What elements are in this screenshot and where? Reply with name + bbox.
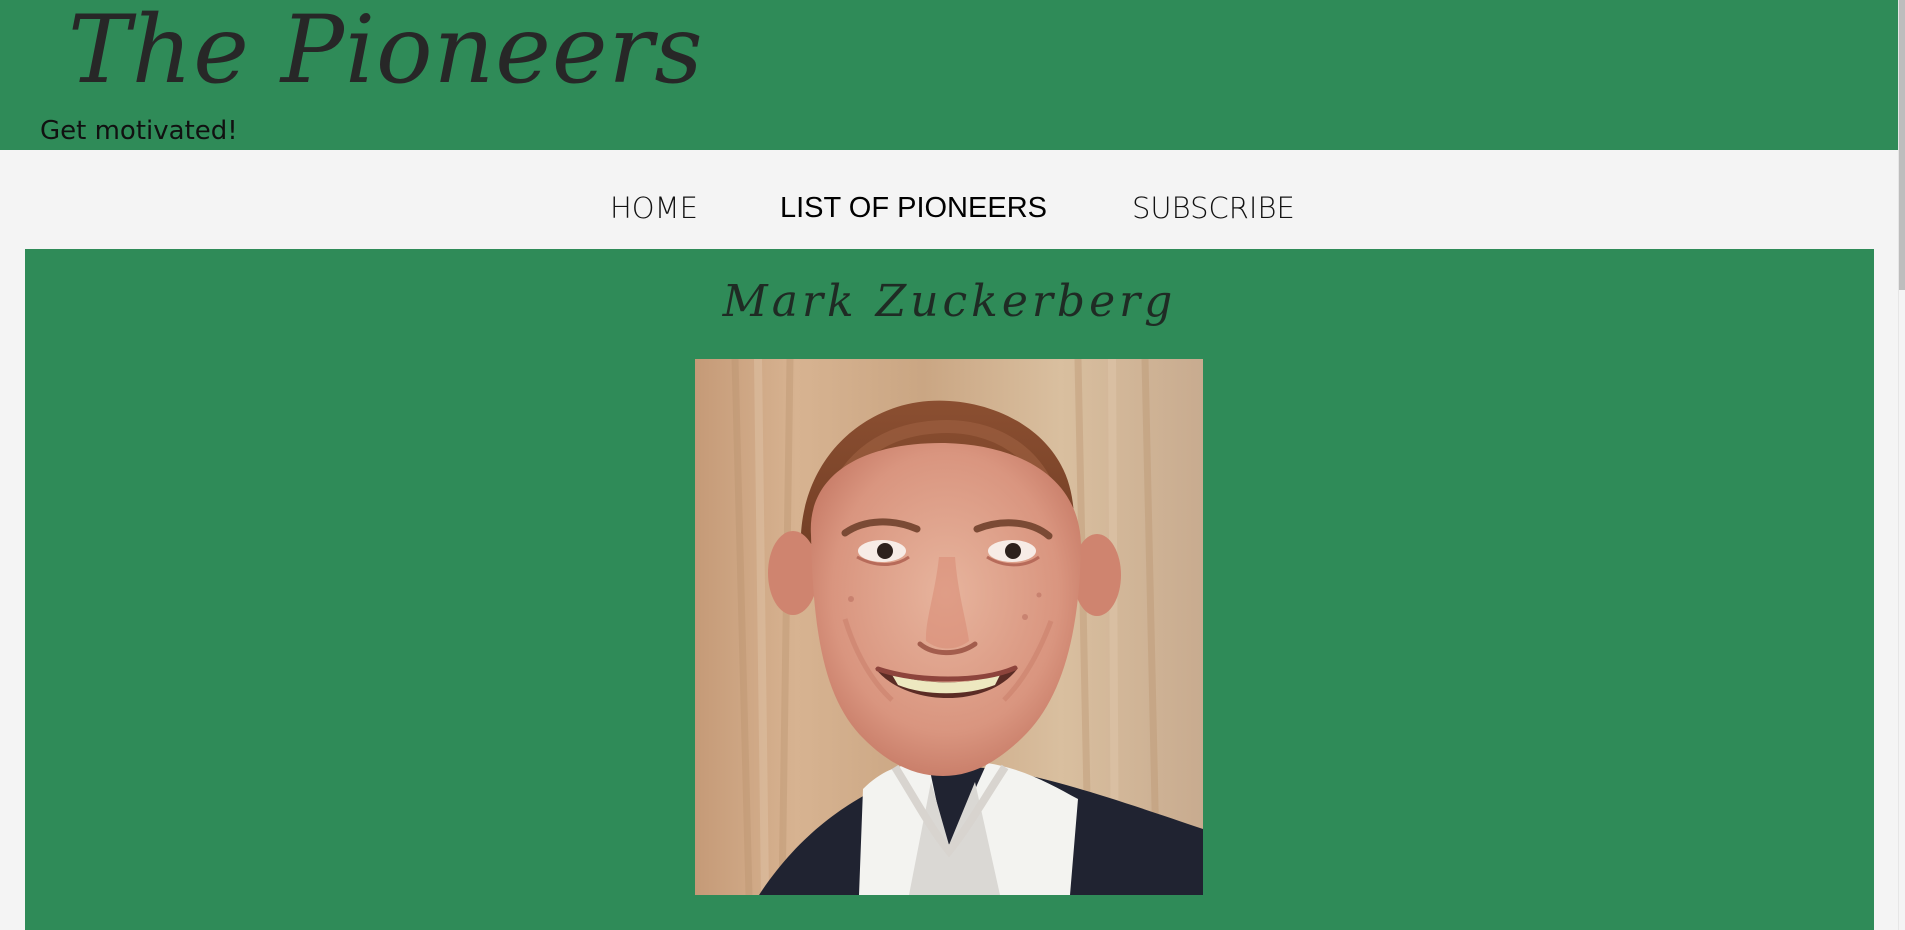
- site-title: The Pioneers: [68, 0, 704, 105]
- main-navigation: HOME LIST OF PIONEERS SUBSCRIBE: [0, 150, 1899, 248]
- nav-list-of-pioneers-link[interactable]: LIST OF PIONEERS: [780, 188, 1047, 228]
- nav-home-link[interactable]: HOME: [610, 188, 698, 228]
- nav-subscribe-link[interactable]: SUBSCRIBE: [1132, 188, 1295, 228]
- site-tagline: Get motivated!: [40, 116, 238, 146]
- scrollbar-thumb[interactable]: [1899, 0, 1905, 290]
- pioneer-name-heading: Mark Zuckerberg: [722, 276, 1177, 327]
- portrait-illustration: [695, 359, 1203, 895]
- pioneer-portrait-image: [695, 359, 1203, 895]
- page-scrollbar[interactable]: [1898, 0, 1905, 930]
- site-header: The Pioneers Get motivated!: [0, 0, 1899, 150]
